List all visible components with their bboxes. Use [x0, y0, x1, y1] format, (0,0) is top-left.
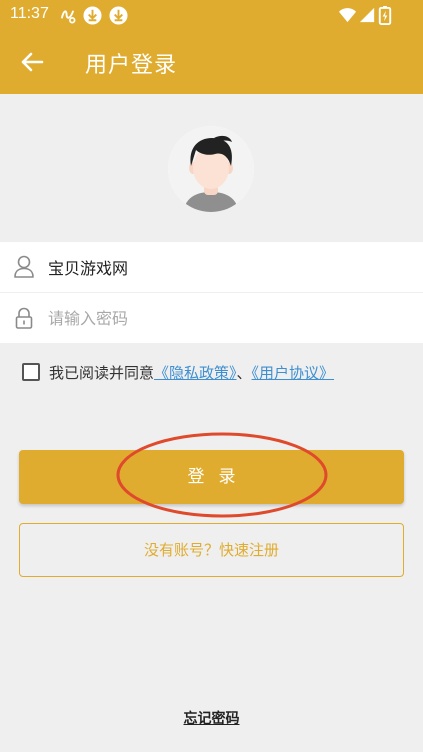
- password-row: [0, 293, 423, 343]
- app-bar: 11:37 用户登录: [0, 0, 423, 94]
- download-icon: [83, 6, 102, 25]
- status-time: 11:37: [10, 5, 49, 22]
- page-title: 用户登录: [85, 53, 178, 78]
- signal-icon: [359, 7, 375, 23]
- avatar-illustration: [168, 126, 254, 212]
- agreement-prefix: 我已阅读并同意: [49, 364, 155, 382]
- avatar: [168, 126, 254, 212]
- battery-icon: [378, 6, 392, 25]
- forgot-password-link[interactable]: 忘记密码: [184, 711, 240, 727]
- agreement-checkbox[interactable]: [22, 363, 40, 381]
- agreement-separator: 、: [236, 364, 252, 382]
- user-agreement-link[interactable]: 《用户协议》: [252, 364, 335, 382]
- status-bar: 11:37: [0, 0, 423, 30]
- register-button[interactable]: 没有账号？快速注册: [19, 523, 404, 577]
- username-input[interactable]: [48, 242, 408, 292]
- gesture-icon: [60, 10, 76, 24]
- password-input[interactable]: [48, 293, 408, 343]
- download-icon: [109, 6, 128, 25]
- username-row: [0, 242, 423, 292]
- lock-icon: [15, 307, 33, 329]
- back-button[interactable]: [14, 44, 50, 80]
- privacy-policy-link[interactable]: 《隐私政策》: [154, 364, 237, 382]
- wifi-icon: [338, 8, 357, 23]
- agreement-text: 我已阅读并同意《隐私政策》、《用户协议》: [49, 362, 334, 383]
- arrow-left-icon: [21, 52, 44, 72]
- toolbar: 用户登录: [0, 30, 423, 94]
- login-button[interactable]: 登录: [19, 450, 404, 504]
- forgot-password-row: 忘记密码: [0, 708, 423, 728]
- user-icon: [14, 255, 34, 278]
